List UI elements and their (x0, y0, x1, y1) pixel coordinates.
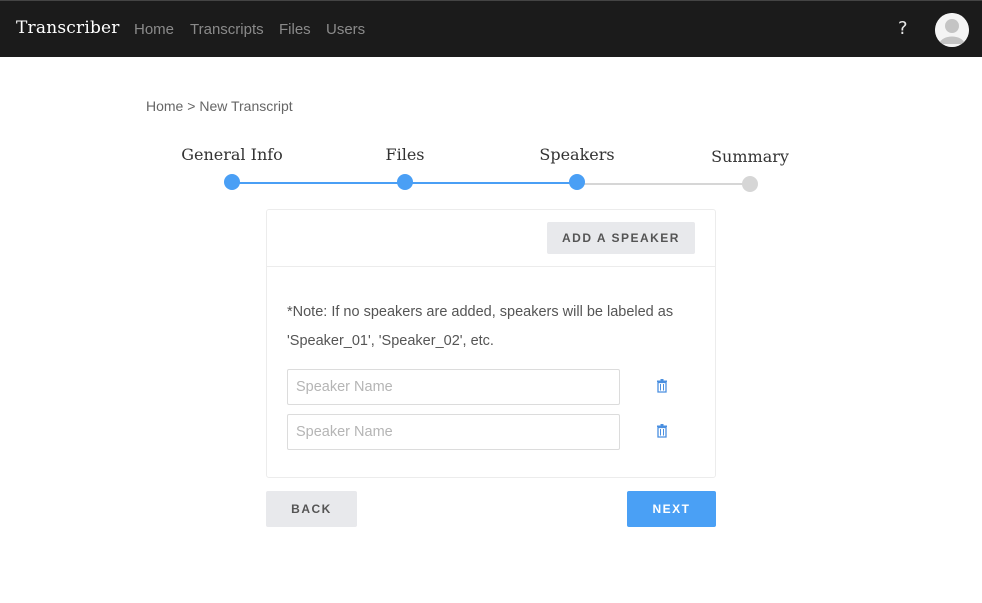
breadcrumb-current: New Transcript (199, 98, 293, 114)
nav-link-home[interactable]: Home (134, 21, 174, 38)
next-button[interactable]: NEXT (627, 491, 716, 527)
step-label-general-info: General Info (181, 145, 283, 164)
speakers-card: ADD A SPEAKER *Note: If no speakers are … (266, 209, 716, 478)
add-speaker-button[interactable]: ADD A SPEAKER (547, 222, 695, 254)
back-button[interactable]: BACK (266, 491, 357, 527)
step-dot-speakers (569, 174, 585, 190)
step-label-summary: Summary (711, 147, 789, 166)
brand-logo[interactable]: Transcriber (16, 18, 120, 38)
breadcrumb-home[interactable]: Home (146, 98, 183, 114)
nav-link-users[interactable]: Users (326, 21, 365, 38)
user-avatar-icon[interactable] (935, 13, 969, 47)
step-dot-files (397, 174, 413, 190)
breadcrumb: Home > New Transcript (146, 98, 293, 114)
nav-link-transcripts[interactable]: Transcripts (190, 21, 264, 38)
nav-link-files[interactable]: Files (279, 21, 311, 38)
step-connector-2 (405, 182, 577, 184)
trash-icon[interactable] (656, 379, 668, 393)
step-label-files: Files (385, 145, 425, 164)
speaker-name-input-2[interactable] (287, 414, 620, 450)
breadcrumb-separator: > (187, 98, 200, 114)
step-connector-3 (577, 183, 750, 185)
trash-icon[interactable] (656, 424, 668, 438)
step-dot-summary (742, 176, 758, 192)
step-dot-general-info (224, 174, 240, 190)
speaker-name-input-1[interactable] (287, 369, 620, 405)
top-navbar: Transcriber Home Transcripts Files Users… (0, 0, 982, 57)
step-label-speakers: Speakers (539, 145, 615, 164)
help-icon[interactable]: ? (898, 18, 908, 39)
step-connector-1 (232, 182, 405, 184)
speakers-note: *Note: If no speakers are added, speaker… (287, 304, 674, 349)
speakers-card-header: ADD A SPEAKER (267, 210, 715, 267)
